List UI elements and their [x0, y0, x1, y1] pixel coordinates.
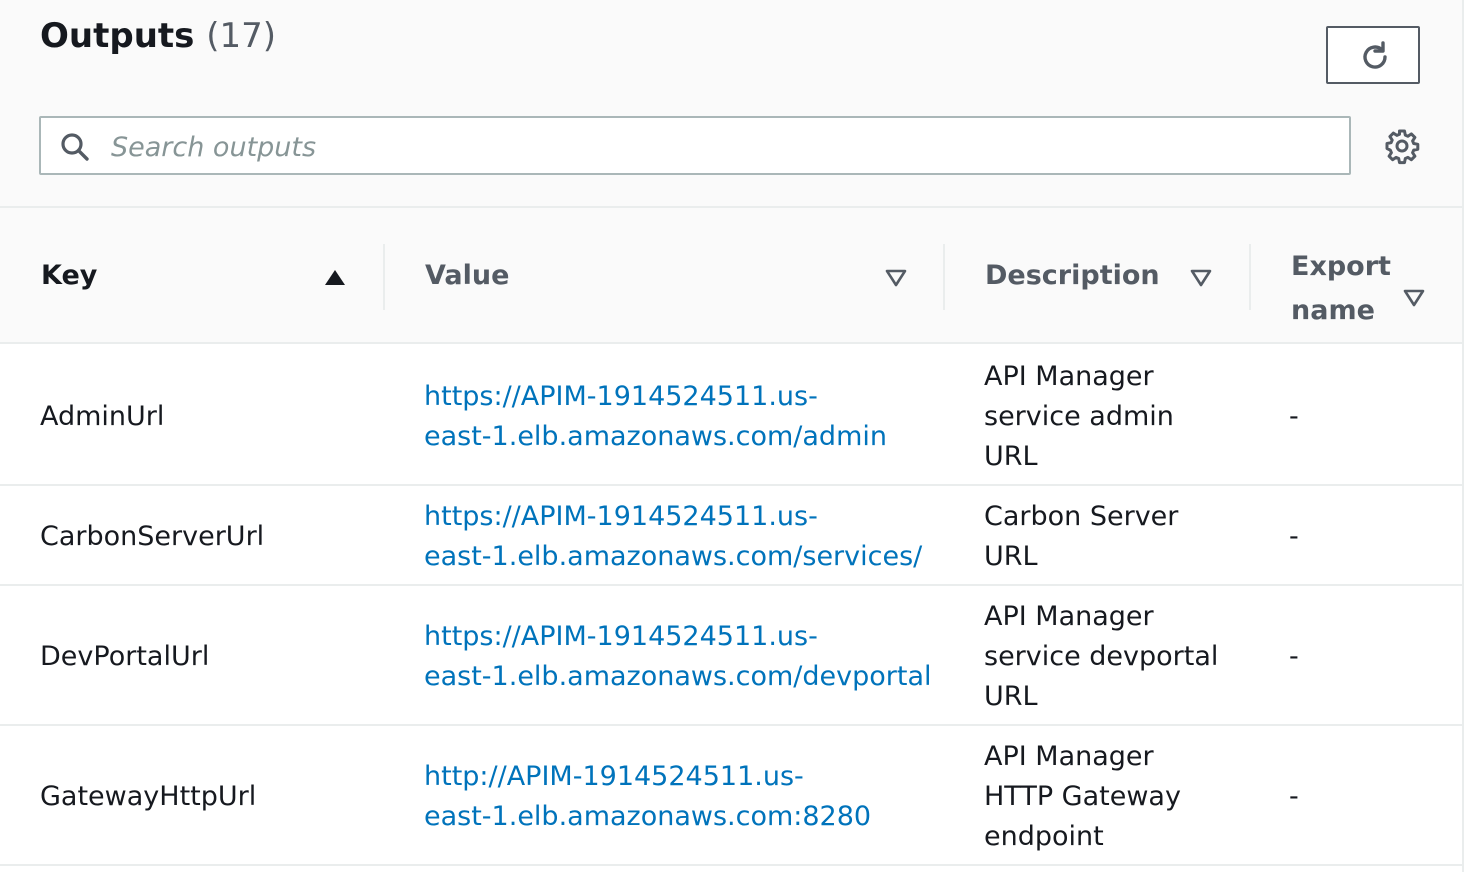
column-label: Key: [41, 260, 98, 291]
column-divider: [943, 244, 945, 310]
output-description: API Manager service admin URL: [984, 357, 1234, 477]
sort-down-icon[interactable]: [1403, 289, 1425, 307]
output-export-name: -: [1289, 521, 1299, 552]
output-description: API Manager HTTP Gateway endpoint: [984, 737, 1234, 857]
link-line: https://APIM-1914524511.us-: [424, 621, 818, 652]
description-line: API Manager: [984, 601, 1154, 632]
refresh-button[interactable]: [1326, 26, 1420, 84]
output-value-link[interactable]: https://APIM-1914524511.us- east-1.elb.a…: [424, 617, 944, 697]
description-line: URL: [984, 441, 1038, 472]
description-line: API Manager: [984, 361, 1154, 392]
sort-down-icon[interactable]: [885, 269, 907, 287]
link-line: east-1.elb.amazonaws.com:8280: [424, 801, 872, 832]
sort-down-icon[interactable]: [1190, 269, 1212, 287]
page-title: Outputs (17): [40, 16, 276, 56]
column-header-key[interactable]: Key: [41, 260, 97, 291]
output-key: AdminUrl: [40, 401, 165, 432]
refresh-icon: [1363, 41, 1387, 69]
column-header-description[interactable]: Description: [985, 260, 1160, 291]
output-key: GatewayHttpUrl: [40, 781, 257, 812]
gear-icon[interactable]: [1383, 127, 1421, 165]
link-line: east-1.elb.amazonaws.com/admin: [424, 421, 887, 452]
column-label: Value: [425, 260, 510, 291]
table-row: AdminUrl https://APIM-1914524511.us- eas…: [0, 344, 1462, 486]
link-line: east-1.elb.amazonaws.com/devportal: [424, 661, 932, 692]
column-label: Description: [985, 260, 1160, 291]
table-row: CarbonServerUrl https://APIM-1914524511.…: [0, 486, 1462, 586]
output-value-link[interactable]: http://APIM-1914524511.us- east-1.elb.am…: [424, 757, 924, 837]
table-row: DevPortalUrl https://APIM-1914524511.us-…: [0, 586, 1462, 726]
table-row: GatewayHttpUrl http://APIM-1914524511.us…: [0, 726, 1462, 866]
description-line: HTTP Gateway: [984, 781, 1181, 812]
column-header-export-name[interactable]: Export name: [1291, 240, 1391, 338]
output-description: Carbon Server URL: [984, 497, 1234, 577]
output-value-link[interactable]: https://APIM-1914524511.us- east-1.elb.a…: [424, 497, 944, 577]
search-icon: [61, 133, 89, 161]
column-header-value[interactable]: Value: [425, 260, 509, 291]
output-export-name: -: [1289, 641, 1299, 672]
description-line: URL: [984, 681, 1038, 712]
description-line: URL: [984, 541, 1038, 572]
description-line: endpoint: [984, 821, 1104, 852]
output-key: DevPortalUrl: [40, 641, 210, 672]
search-input[interactable]: [109, 126, 1313, 168]
link-line: east-1.elb.amazonaws.com/services/: [424, 541, 923, 572]
description-line: Carbon Server: [984, 501, 1179, 532]
output-export-name: -: [1289, 401, 1299, 432]
column-divider: [383, 244, 385, 310]
title-text: Outputs: [40, 16, 195, 56]
output-count: (17): [206, 16, 277, 56]
outputs-panel-header: Outputs (17): [0, 0, 1462, 206]
output-value-link[interactable]: https://APIM-1914524511.us- east-1.elb.a…: [424, 377, 924, 457]
output-key: CarbonServerUrl: [40, 521, 265, 552]
description-line: service devportal: [984, 641, 1219, 672]
table-header: Key Value Description Export name: [0, 206, 1462, 344]
link-line: https://APIM-1914524511.us-: [424, 501, 818, 532]
link-line: https://APIM-1914524511.us-: [424, 381, 818, 412]
output-description: API Manager service devportal URL: [984, 597, 1254, 717]
sort-ascending-icon[interactable]: [324, 269, 346, 287]
column-divider: [1249, 244, 1251, 310]
search-box[interactable]: [39, 116, 1351, 175]
description-line: service admin: [984, 401, 1174, 432]
description-line: API Manager: [984, 741, 1154, 772]
link-line: http://APIM-1914524511.us-: [424, 761, 804, 792]
output-export-name: -: [1289, 781, 1299, 812]
